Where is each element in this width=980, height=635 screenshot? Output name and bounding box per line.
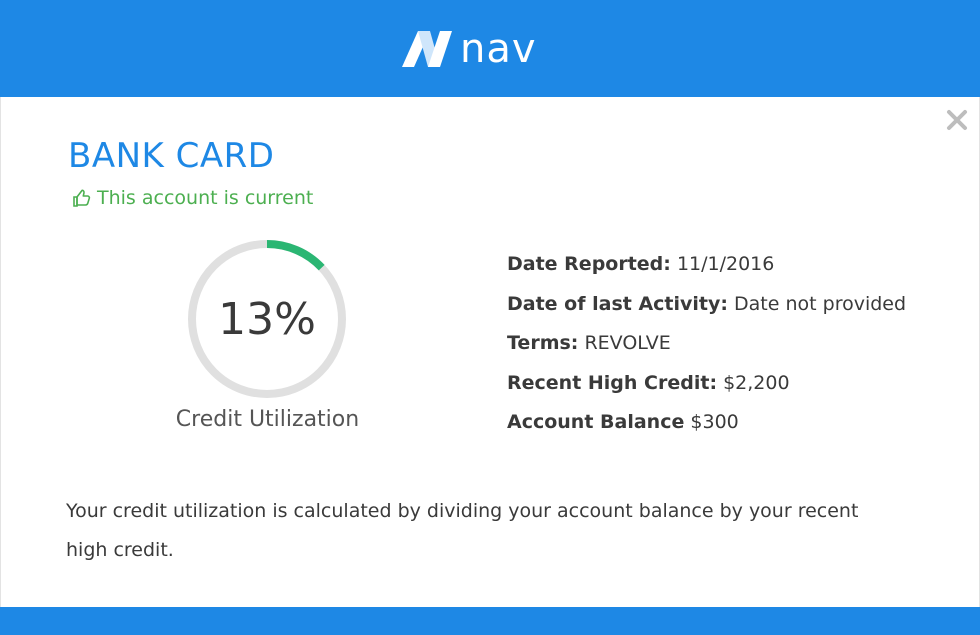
detail-value: REVOLVE [584, 332, 671, 354]
detail-value: $300 [690, 411, 739, 433]
credit-utilization-gauge: 13% [188, 240, 346, 398]
detail-terms: Terms: REVOLVE [507, 329, 906, 369]
detail-recent-high-credit: Recent High Credit: $2,200 [507, 369, 906, 409]
account-title: BANK CARD [68, 136, 275, 176]
detail-value: $2,200 [723, 371, 790, 394]
detail-account-balance: Account Balance $300 [507, 408, 906, 448]
detail-label: Terms: [507, 332, 579, 354]
thumbs-up-icon [73, 189, 91, 207]
detail-label: Recent High Credit: [507, 371, 718, 394]
gauge-percent: 13% [218, 294, 316, 345]
app-header: nav [0, 0, 980, 97]
detail-label: Date of last Activity: [507, 292, 728, 315]
account-status-text: This account is current [97, 187, 314, 209]
detail-date-reported: Date Reported: 11/1/2016 [507, 250, 906, 290]
close-button[interactable] [944, 107, 970, 133]
gauge-fill [266, 240, 325, 271]
brand-name: nav [460, 26, 537, 72]
detail-value: Date not provided [734, 292, 907, 315]
gauge-label: Credit Utilization [175, 407, 360, 432]
nav-logo[interactable]: nav [400, 28, 537, 70]
detail-label: Account Balance [507, 411, 685, 433]
app-footer [0, 607, 980, 635]
detail-label: Date Reported: [507, 253, 671, 275]
account-details-list: Date Reported: 11/1/2016 Date of last Ac… [507, 250, 906, 448]
nav-logo-icon [402, 31, 452, 67]
account-status: This account is current [72, 186, 313, 210]
detail-last-activity: Date of last Activity: Date not provided [507, 290, 906, 330]
detail-value: 11/1/2016 [676, 253, 775, 275]
close-icon [947, 110, 967, 130]
utilization-explanation: Your credit utilization is calculated by… [66, 500, 859, 561]
